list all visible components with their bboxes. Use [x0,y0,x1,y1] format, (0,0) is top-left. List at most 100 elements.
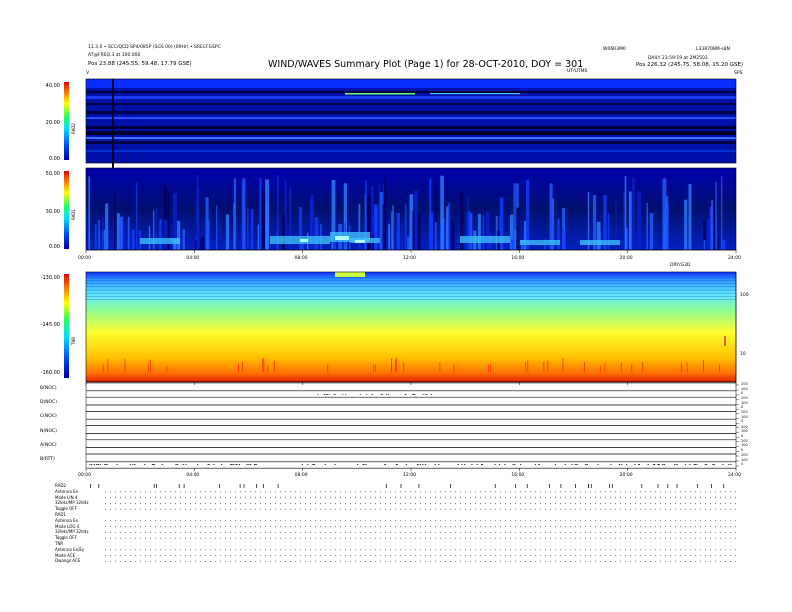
rad1-streak [247,208,249,250]
line-scatter-dot [626,464,628,465]
rad1-streak [261,190,266,250]
line-scatter-dot [213,464,215,465]
line-scatter-dot [722,464,724,465]
time-tick-label: 00:00 [78,473,91,479]
line-scatter-dot [405,464,407,465]
rad1-streak [516,207,520,250]
line-scatter-dot [313,464,315,465]
rad1-streak [102,217,105,250]
rad2-band [86,126,736,129]
line-scatter-dot [129,464,131,465]
rad1-burst-core [355,240,365,243]
rad1-streak [477,213,481,250]
rad1-streak [396,213,400,250]
rad1-tick-bottom: 0.00 [48,244,60,250]
line-scatter-dot [438,464,440,465]
line-scatter-dot [93,464,95,465]
rad2-tick-bottom: 0.00 [48,156,60,162]
line-scatter-dot [254,464,256,465]
rad1-streak [663,217,666,250]
line-scatter-dot [333,394,335,395]
rad1-streak [649,213,654,250]
line-scatter-dot [116,464,118,465]
line-scatter-dot [387,394,389,395]
line-scatter-dot [638,464,640,465]
footer-rad2-line: Mode LIN 4 [55,494,78,500]
time-tick-label: 16:00 [511,473,525,479]
rad1-streak [524,220,527,250]
tnr-right-header: DRY/G3D [670,263,691,268]
rad1-burst-core [300,239,308,242]
line-panel-frame [85,411,737,426]
footer-tnr-line: TNR [55,541,64,546]
rad1-streak [388,223,390,250]
line-scatter-dot [221,464,223,465]
line-scatter-dot [96,464,98,465]
line-scatter-dot [185,464,187,465]
line-scatter-dot [417,464,419,465]
tnr-tick-mid: -145.00 [40,322,60,328]
line-scatter-dot [571,464,573,465]
line-scatter-dot [197,464,199,465]
line-panel-label: D(NOC) [40,400,58,406]
line-scatter-dot [584,464,587,465]
rad1-streak [706,218,710,250]
line-scatter-dot [365,464,367,465]
line-scatter-dot [359,394,361,395]
line-scatter-dot [89,464,91,465]
footer-rad2-line: Antenna Ex [55,488,78,494]
line-scatter-dot [618,464,621,465]
time-tick-label: 04:00 [186,256,200,261]
line-scatter-dot [236,464,238,465]
line-panel-label: N(NOC) [40,428,57,434]
rad1-streak [446,206,449,250]
time-tick-label: 16:00 [511,256,525,261]
line-scatter-dot [706,464,708,465]
rad2-band [86,131,736,135]
line-scatter-dot [514,464,516,465]
line-right-tick-label: 0 [741,433,744,438]
rad1-streak [407,236,410,250]
rad1-streak [562,229,566,250]
rad1-streak [119,217,123,250]
tnr-tick-top: -130.00 [40,275,60,281]
line-panel-frame [85,382,737,398]
rad1-streak [722,239,726,250]
line-scatter-dot [366,394,368,395]
rad1-burst [460,236,510,243]
footer-tnr-line: Dwangs ACE [55,558,81,564]
rad2-burst [345,93,415,95]
rad1-streak [637,191,642,250]
time-tick-label: 20:00 [619,473,633,479]
line-scatter-dot [161,464,163,465]
line-scatter-dot [574,464,576,465]
line-scatter-dot [152,464,154,465]
rad1-streak [684,199,688,250]
tnr-right-tick-10: 10 [740,352,746,357]
rad1-streak [177,220,181,250]
line-scatter-dot [153,464,156,465]
rad1-streak [485,212,490,250]
line-scatter-dot [134,464,136,465]
rad1-burst-core [335,236,349,240]
line-scatter-dot [520,464,522,465]
rad1-streak [624,176,627,250]
rad1-streak [98,219,100,250]
rad1-burst [140,238,180,244]
line-scatter-dot [182,464,184,465]
rad2-band [86,141,736,144]
line-scatter-dot [694,464,696,465]
time-tick-label: 12:00 [403,256,416,261]
summary-plot [64,78,739,562]
line-scatter-dot [434,464,436,465]
rad1-streak [200,236,205,250]
time-tick-label: 12:00 [403,473,416,479]
line-scatter-dot [317,394,319,395]
rad1-streak [382,204,384,250]
rad1-streak [417,213,421,250]
line-scatter-dot [328,394,330,395]
time-tick-label: 08:00 [294,256,308,261]
rad1-streak [721,176,723,250]
footer-rad1-line: 32kHz/MP 32kHz [55,529,89,535]
line-scatter-dot [384,464,386,465]
